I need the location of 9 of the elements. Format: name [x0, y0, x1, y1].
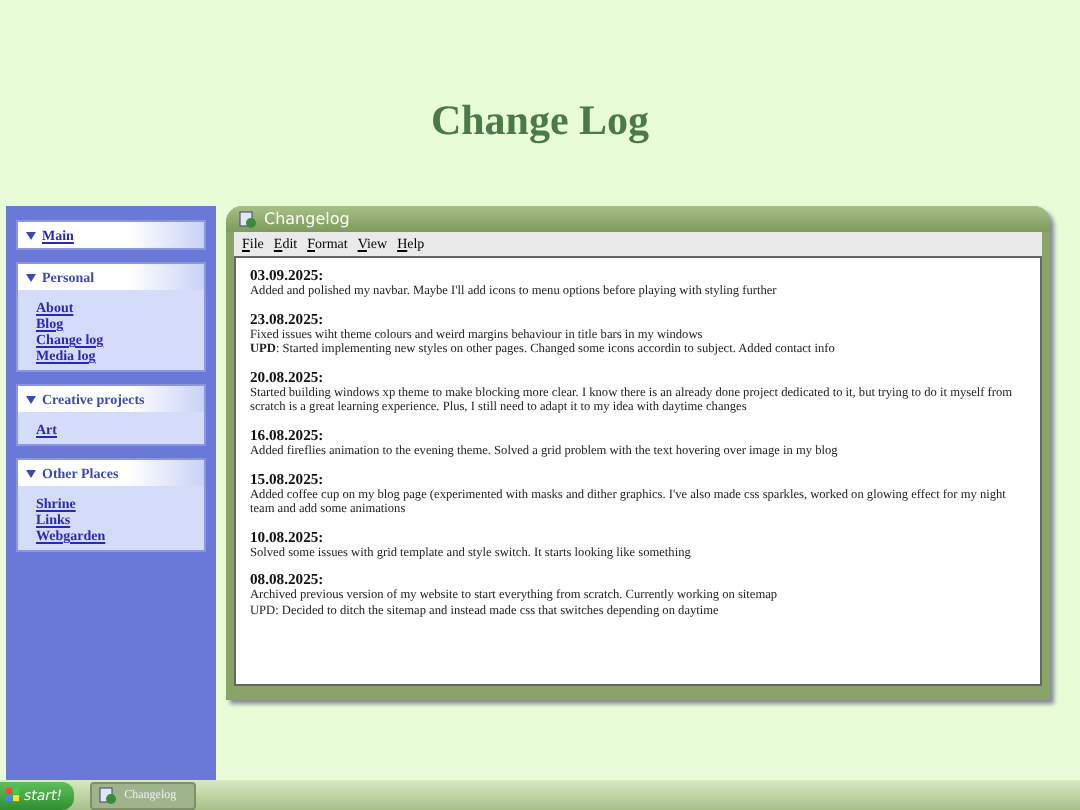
page-title: Change Log — [428, 94, 652, 148]
windows-logo-icon — [6, 788, 20, 802]
window-title: Changelog — [264, 210, 350, 228]
app-icon — [238, 209, 258, 229]
triangle-icon[interactable] — [26, 273, 36, 281]
triangle-icon[interactable] — [26, 231, 36, 239]
triangle-icon[interactable] — [26, 395, 36, 403]
app-icon — [98, 785, 119, 805]
triangle-icon[interactable] — [26, 469, 36, 477]
